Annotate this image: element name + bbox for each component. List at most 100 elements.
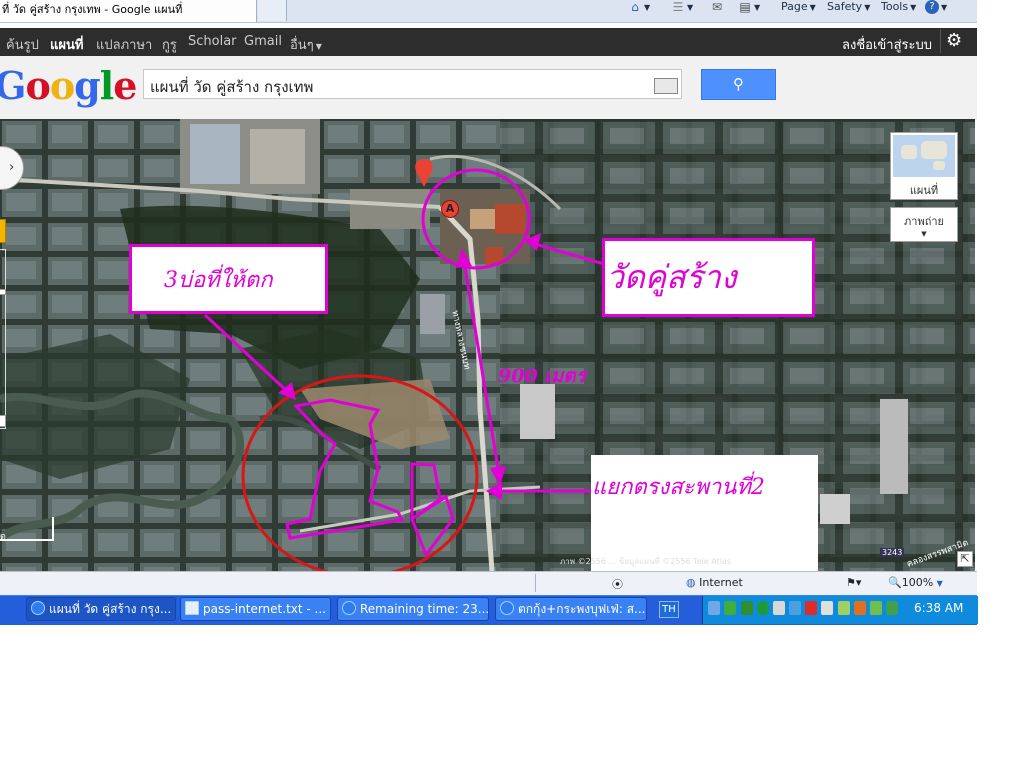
logo-letter: o: [25, 63, 50, 108]
printer-icon: ▤: [739, 0, 751, 14]
search-icon: ⚲: [733, 75, 744, 93]
mail-button[interactable]: ✉: [710, 0, 724, 22]
protected-mode-icon[interactable]: ⚑▾: [846, 576, 861, 589]
task-label: Remaining time: 23...: [360, 602, 489, 616]
distance-label: 900 เมตร: [498, 365, 586, 387]
map-type-label: แผนที่: [909, 184, 939, 197]
gbar-divider: [940, 29, 941, 53]
tray-icon[interactable]: [854, 601, 866, 615]
page-menu[interactable]: Page ▼: [781, 0, 816, 22]
gear-icon[interactable]: ⚙: [946, 30, 962, 51]
ie-icon: [31, 601, 45, 615]
junction-arrowhead: [486, 482, 502, 500]
chevron-right-icon: ›: [9, 160, 15, 175]
task-notepad[interactable]: pass-internet.txt - ...: [180, 597, 331, 621]
tray-icon[interactable]: [708, 601, 720, 615]
gbar-images[interactable]: ค้นรูป: [6, 34, 39, 55]
temple-arrow: [534, 242, 605, 266]
distance-arrowhead-bottom: [490, 466, 506, 486]
status-icon: ⦿: [612, 578, 623, 591]
gbar-scholar[interactable]: Scholar: [188, 34, 237, 49]
task-label: ตกกุ้ง+กระพงบุฟเฟ่: ส...: [518, 602, 646, 616]
chevron-down-icon: ▼: [315, 42, 322, 51]
logo-letter: e: [113, 63, 137, 108]
road-shield: 3243: [880, 548, 905, 557]
zoom-slider[interactable]: [0, 249, 6, 429]
tray-icon[interactable]: [805, 601, 817, 615]
zoom-handle[interactable]: [0, 289, 6, 295]
task-ie-fishing[interactable]: ตกกุ้ง+กระพงบุฟเฟ่: ส...: [495, 597, 647, 621]
ie-icon: [342, 601, 356, 615]
gbar-translate[interactable]: แปลภาษา: [96, 34, 152, 55]
satellite-label: ภาพถ่าย: [904, 215, 944, 228]
logo-letter: l: [99, 63, 114, 108]
browser-tab[interactable]: ที่ วัด คู่สร้าง กรุงเทพ - Google แผนที่: [0, 0, 257, 22]
temple-circle: [421, 168, 531, 270]
help-icon: ?: [925, 0, 939, 14]
gbar-guru[interactable]: กูรู: [162, 34, 177, 55]
distance-arrowhead-top: [456, 248, 472, 268]
gbar-more-label: อื่นๆ: [290, 38, 314, 53]
scale-bar: [0, 517, 54, 541]
tray-icon[interactable]: [886, 601, 898, 615]
temple-label: วัดคู่สร้าง: [606, 258, 737, 296]
search-button[interactable]: ⚲: [701, 69, 776, 100]
ponds-label: 3บ่อที่ให้ตก: [164, 268, 273, 293]
gbar-more[interactable]: อื่นๆ ▼: [290, 34, 322, 55]
tray-icon[interactable]: [838, 601, 850, 615]
pegman-icon[interactable]: [0, 219, 6, 243]
google-logo[interactable]: Google: [0, 63, 137, 108]
clock[interactable]: 6:38 AM: [914, 601, 963, 615]
rss-icon: ☰: [672, 0, 684, 14]
tray-icon[interactable]: [773, 601, 785, 615]
pond-outline-3: [410, 494, 455, 559]
expand-icon[interactable]: ⇱: [957, 551, 973, 567]
keyboard-icon[interactable]: [654, 78, 678, 94]
signin-link[interactable]: ลงชื่อเข้าสู่ระบบ: [842, 34, 932, 55]
home-icon: ⌂: [631, 0, 639, 14]
pond-outline-1: [285, 398, 405, 540]
magnifier-icon: 🔍: [888, 576, 902, 589]
volume-icon[interactable]: [821, 601, 833, 615]
zoom-control[interactable]: 🔍100% ▼: [888, 576, 943, 589]
mail-icon: ✉: [711, 0, 723, 14]
new-tab-button[interactable]: [258, 0, 287, 21]
safety-menu-label: Safety: [827, 0, 863, 13]
map-type-thumbnail[interactable]: แผนที่: [890, 132, 958, 200]
world-map-icon: [893, 135, 955, 177]
tools-menu[interactable]: Tools ▼: [881, 0, 916, 22]
gbar-gmail[interactable]: Gmail: [244, 34, 282, 49]
gbar-maps[interactable]: แผนที่: [50, 34, 83, 55]
scale-label: ต: [0, 532, 6, 542]
logo-letter: G: [0, 63, 26, 108]
home-button[interactable]: ⌂ ▼: [628, 0, 650, 22]
internet-zone-label: Internet: [699, 576, 743, 589]
status-bar: [0, 571, 977, 596]
print-button[interactable]: ▤ ▼: [738, 0, 760, 22]
task-remaining-time[interactable]: Remaining time: 23...: [337, 597, 489, 621]
satellite-toggle[interactable]: ภาพถ่าย ▼: [890, 207, 958, 242]
task-label: แผนที่ วัด คู่สร้าง กรุง...: [49, 602, 172, 616]
ponds-arrow: [203, 313, 292, 396]
tray-icon[interactable]: [870, 601, 882, 615]
tray-icon[interactable]: [724, 601, 736, 615]
ie-icon: [500, 601, 514, 615]
tray-icon[interactable]: [789, 601, 801, 615]
status-divider: [535, 574, 536, 592]
map-attribution[interactable]: ภาพ ©2556 ... ข้อมูลแผนที่ ©2556 Tele At…: [560, 555, 731, 568]
tray-icon[interactable]: [757, 601, 769, 615]
language-indicator[interactable]: TH: [659, 601, 679, 618]
globe-icon: ◍: [686, 576, 696, 589]
chevron-down-icon: ▼: [921, 230, 927, 238]
zoom-out-button[interactable]: [0, 415, 6, 427]
safety-menu[interactable]: Safety ▼: [827, 0, 870, 22]
help-menu[interactable]: ? ▼: [925, 0, 947, 22]
zoom-value: 100%: [901, 576, 934, 589]
logo-letter: g: [74, 63, 101, 108]
task-ie-maps[interactable]: แผนที่ วัด คู่สร้าง กรุง...: [26, 597, 176, 621]
map-view[interactable]: A 3บ่อที่ให้ตก วัดคู่สร้าง 900 เมตร แยกต…: [0, 119, 975, 571]
internet-zone[interactable]: ◍ Internet: [686, 576, 743, 589]
tray-icon[interactable]: [741, 601, 753, 615]
tools-menu-label: Tools: [881, 0, 909, 13]
feeds-button[interactable]: ☰ ▼: [671, 0, 694, 22]
